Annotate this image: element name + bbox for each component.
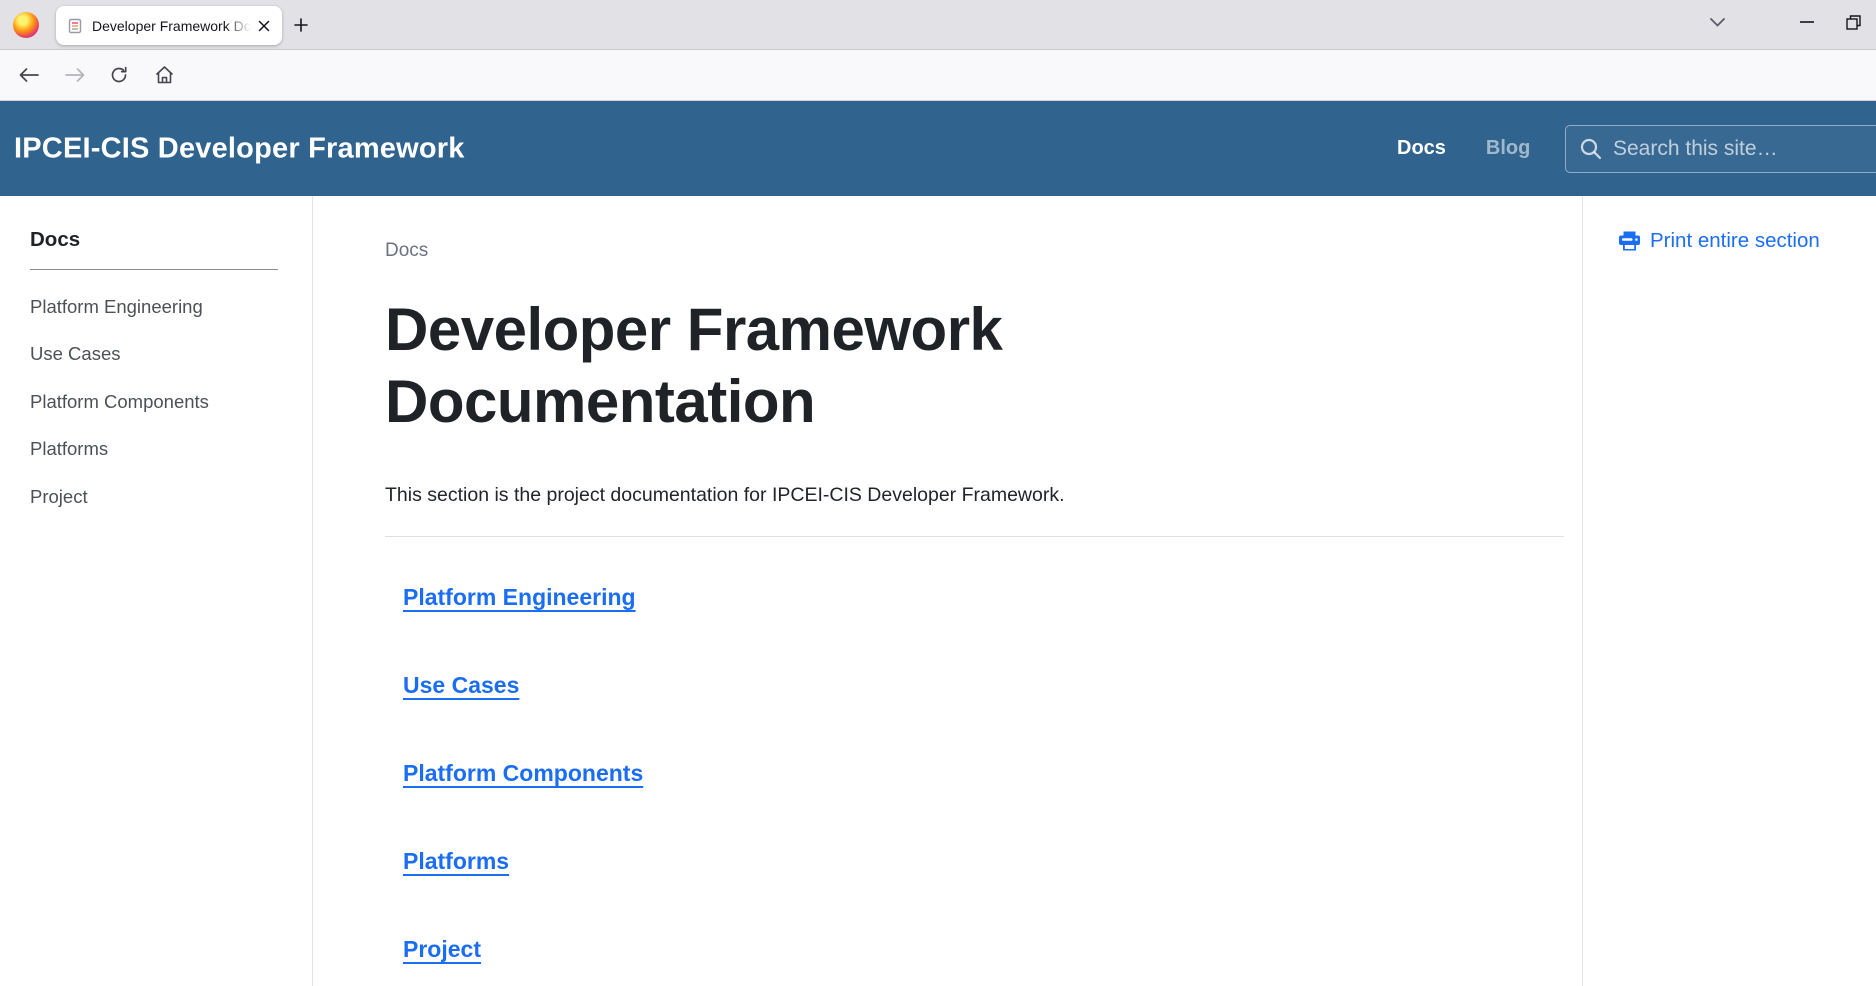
home-button[interactable] [147,58,181,92]
section-link-platform-engineering[interactable]: Platform Engineering [403,584,636,611]
section-link-use-cases[interactable]: Use Cases [403,672,519,699]
sidebar-heading[interactable]: Docs [30,228,278,252]
browser-chrome: Developer Framework Documen [0,0,1876,101]
breadcrumb[interactable]: Docs [385,240,1564,262]
firefox-logo-icon[interactable] [13,12,39,38]
new-tab-button[interactable] [288,12,314,38]
forward-arrow-icon [65,68,85,82]
navigation-toolbar: localhost:1313/docs/ 117% [0,50,1876,101]
print-section-label: Print entire section [1650,229,1820,253]
chevron-down-icon [1710,18,1725,27]
section-link-platforms[interactable]: Platforms [403,848,509,875]
content-divider [385,536,1564,537]
sidebar-item-use-cases[interactable]: Use Cases [30,343,278,365]
minimize-icon [1800,21,1814,23]
reload-button[interactable] [102,58,136,92]
site-search-box[interactable] [1565,125,1876,173]
plus-icon [294,18,308,32]
nav-link-blog[interactable]: Blog [1486,137,1530,160]
back-button[interactable] [12,58,46,92]
print-section-link[interactable]: Print entire section [1618,229,1876,253]
page-title: Developer Framework Documentation [385,294,1385,438]
site-brand[interactable]: IPCEI-CIS Developer Framework [14,132,465,165]
tab-close-icon[interactable] [254,16,274,36]
list-all-tabs-button[interactable] [1694,4,1740,40]
browser-tab[interactable]: Developer Framework Documen [56,6,282,45]
printer-icon [1618,230,1641,252]
sidebar-divider [30,269,278,270]
page-favicon-icon [67,18,83,34]
restore-icon [1846,15,1861,30]
sidebar-item-project[interactable]: Project [30,486,278,508]
sidebar-item-platforms[interactable]: Platforms [30,438,278,460]
forward-button[interactable] [58,58,92,92]
page-body: Docs Platform Engineering Use Cases Plat… [0,196,1876,986]
sidebar-item-platform-components[interactable]: Platform Components [30,391,278,413]
site-header: IPCEI-CIS Developer Framework Docs Blog [0,101,1876,196]
section-links: Platform Engineering Use Cases Platform … [385,584,1564,963]
back-arrow-icon [19,68,39,82]
reload-icon [110,66,128,84]
search-icon [1580,138,1602,160]
tab-bar: Developer Framework Documen [0,0,1876,50]
window-controls [1694,0,1876,44]
minimize-button[interactable] [1784,4,1830,40]
section-link-platform-components[interactable]: Platform Components [403,760,643,787]
sidebar-item-platform-engineering[interactable]: Platform Engineering [30,296,278,318]
intro-paragraph: This section is the project documentatio… [385,484,1564,507]
main-nav: Docs Blog [1397,101,1530,196]
right-column: Print entire section [1582,196,1876,986]
search-input[interactable] [1613,137,1876,161]
main-content: Docs Developer Framework Documentation T… [313,196,1582,986]
restore-button[interactable] [1830,4,1876,40]
section-link-project[interactable]: Project [403,936,481,963]
home-icon [155,66,174,84]
nav-link-docs[interactable]: Docs [1397,137,1446,160]
docs-sidebar: Docs Platform Engineering Use Cases Plat… [0,196,313,986]
tab-title: Developer Framework Documen [92,18,254,34]
